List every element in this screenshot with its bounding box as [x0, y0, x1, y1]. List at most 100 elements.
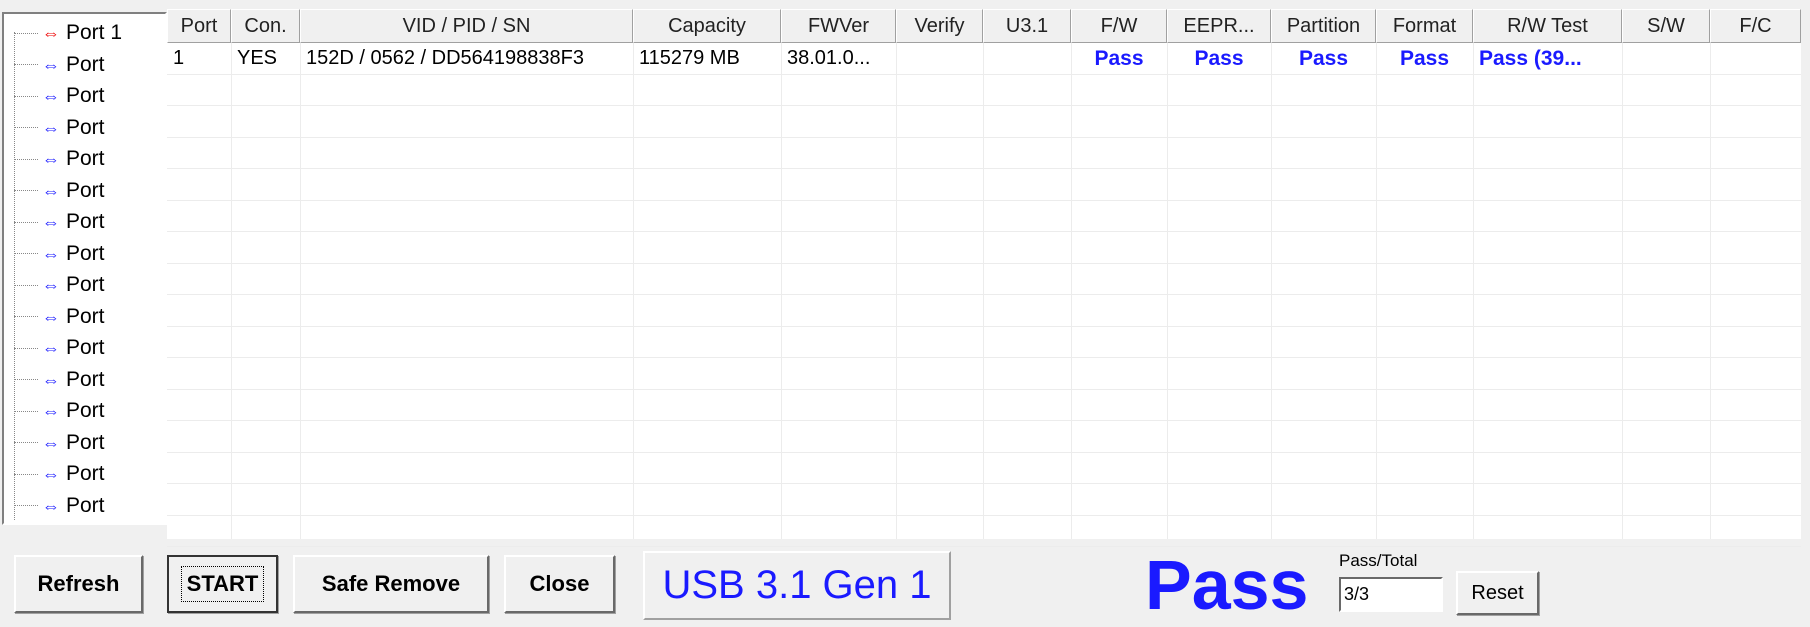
tree-item-label: Port	[66, 210, 105, 233]
tree-item-label: Port	[66, 241, 105, 265]
table-cell: Pass	[1194, 46, 1244, 70]
column-header[interactable]: Capacity	[633, 9, 781, 43]
tree-item-label: Port	[66, 178, 105, 202]
usb-icon-red: ⇔	[42, 23, 60, 43]
start-button[interactable]: START	[167, 555, 278, 613]
tree-connector	[14, 127, 38, 128]
usb-icon: ⇔	[42, 495, 60, 516]
usb-icon: ⇔	[42, 180, 60, 201]
column-header[interactable]: EEPR...	[1167, 9, 1271, 43]
table-row[interactable]	[167, 138, 1801, 169]
tree-connector	[14, 505, 38, 506]
device-table[interactable]: Port Con. VID / PID / SN Capacity FWVer Verif…	[167, 9, 1801, 547]
table-row[interactable]	[167, 327, 1801, 358]
column-header[interactable]: S/W	[1622, 9, 1710, 43]
table-cell: Pass (39...	[1479, 46, 1582, 70]
table-cell	[1710, 43, 1801, 74]
column-header[interactable]: FWVer	[781, 9, 896, 43]
tree-item-port[interactable]: ⇔ Port	[14, 270, 105, 300]
table-cell: Pass	[1094, 46, 1144, 70]
table-row[interactable]	[167, 453, 1801, 484]
table-cell	[896, 43, 983, 74]
tree-item-port[interactable]: ⇔ Port	[14, 81, 105, 111]
tree-item-port[interactable]: ⇔ Port	[14, 333, 105, 363]
table-row[interactable]	[167, 201, 1801, 232]
table-row[interactable]	[167, 106, 1801, 138]
start-button-label: START	[180, 566, 265, 602]
table-row[interactable]	[167, 295, 1801, 327]
column-header[interactable]: VID / PID / SN	[300, 9, 633, 43]
tree-item-label: Port	[66, 367, 105, 391]
reset-button[interactable]: Reset	[1456, 571, 1539, 615]
table-row[interactable]	[167, 75, 1801, 106]
table-row[interactable]	[167, 358, 1801, 390]
column-header[interactable]: R/W Test	[1473, 9, 1622, 43]
table-row[interactable]	[167, 169, 1801, 201]
result-status: Pass	[1145, 546, 1309, 624]
tree-item-port[interactable]: ⇔ Port	[14, 207, 105, 237]
table-cell: 152D / 0562 / DD564198838F3	[306, 47, 584, 69]
tree-item-port[interactable]: ⇔ Port	[14, 396, 105, 426]
tree-item-port[interactable]: ⇔ Port	[14, 459, 105, 489]
tree-connector	[14, 284, 38, 286]
table-row[interactable]	[167, 421, 1801, 453]
column-header[interactable]: Verify	[896, 9, 983, 43]
tree-item-port[interactable]: ⇔ Port 1	[14, 18, 122, 48]
table-cell: 115279 MB	[639, 47, 740, 69]
usb-icon: ⇔	[42, 212, 60, 232]
table-row[interactable]	[167, 264, 1801, 295]
table-cell	[1622, 43, 1710, 74]
column-header[interactable]: Con.	[231, 9, 300, 43]
tree-item-port[interactable]: ⇔ Port	[14, 50, 105, 80]
tree-connector	[14, 473, 38, 475]
usb-icon: ⇔	[42, 275, 60, 295]
table-row[interactable]	[167, 390, 1801, 421]
table-row[interactable]	[167, 516, 1801, 547]
column-header[interactable]: Format	[1376, 9, 1473, 43]
column-header[interactable]: U3.1	[983, 9, 1071, 43]
tree-item-label: Port	[66, 493, 105, 517]
tree-item-label: Port	[66, 147, 105, 170]
table-cell: 1	[173, 47, 185, 69]
tree-connector	[14, 316, 38, 317]
tree-item-port[interactable]: ⇔ Port	[14, 428, 105, 458]
table-cell: Pass	[1298, 46, 1349, 70]
tree-item-label: Port	[66, 430, 105, 454]
tree-item-port[interactable]: ⇔ Port	[14, 365, 105, 395]
tree-item-label: Port	[66, 304, 105, 328]
usb-icon: ⇔	[42, 369, 60, 390]
usb-icon: ⇔	[42, 306, 60, 327]
tree-connector	[14, 95, 38, 97]
close-button[interactable]: Close	[504, 555, 615, 613]
table-row[interactable]	[167, 232, 1801, 264]
usb-mode-display: USB 3.1 Gen 1	[643, 551, 951, 620]
safe-remove-button[interactable]: Safe Remove	[293, 555, 489, 613]
usb-icon: ⇔	[42, 243, 60, 264]
pass-total-label: Pass/Total	[1339, 551, 1418, 570]
column-header[interactable]: Partition	[1271, 9, 1376, 43]
table-row[interactable]: 1 YES 152D / 0562 / DD564198838F3 115279 MB…	[167, 43, 1801, 75]
tree-item-port[interactable]: ⇔ Port	[14, 113, 105, 143]
refresh-button[interactable]: Refresh	[14, 555, 143, 613]
column-header[interactable]: F/C	[1710, 9, 1801, 43]
tree-connector	[14, 64, 38, 65]
tree-item-port[interactable]: ⇔ Port	[14, 302, 105, 332]
tree-item-port[interactable]: ⇔ Port	[14, 176, 105, 206]
port-tree[interactable]: ⇔ Port 1 ⇔ Port ⇔ Port ⇔ Port ⇔ Port ⇔ Port ⇔ Port ⇔ Po…	[2, 12, 167, 525]
column-header[interactable]: Port	[167, 9, 231, 43]
tree-item-label: Port	[66, 273, 105, 296]
tree-item-port[interactable]: ⇔ Port	[14, 239, 105, 269]
usb-icon: ⇔	[42, 464, 60, 484]
pass-total-field[interactable]	[1339, 577, 1443, 612]
tree-connector	[14, 253, 38, 254]
usb-icon: ⇔	[42, 54, 60, 75]
table-row[interactable]	[167, 484, 1801, 516]
tree-connector	[14, 442, 38, 443]
tree-item-label: Port	[66, 115, 105, 139]
tree-item-label: Port	[66, 52, 105, 76]
column-header[interactable]: F/W	[1071, 9, 1167, 43]
table-cell: Pass	[1399, 46, 1450, 70]
tree-connector	[14, 190, 38, 191]
tree-item-port[interactable]: ⇔ Port	[14, 491, 105, 521]
tree-item-port[interactable]: ⇔ Port	[14, 144, 105, 174]
